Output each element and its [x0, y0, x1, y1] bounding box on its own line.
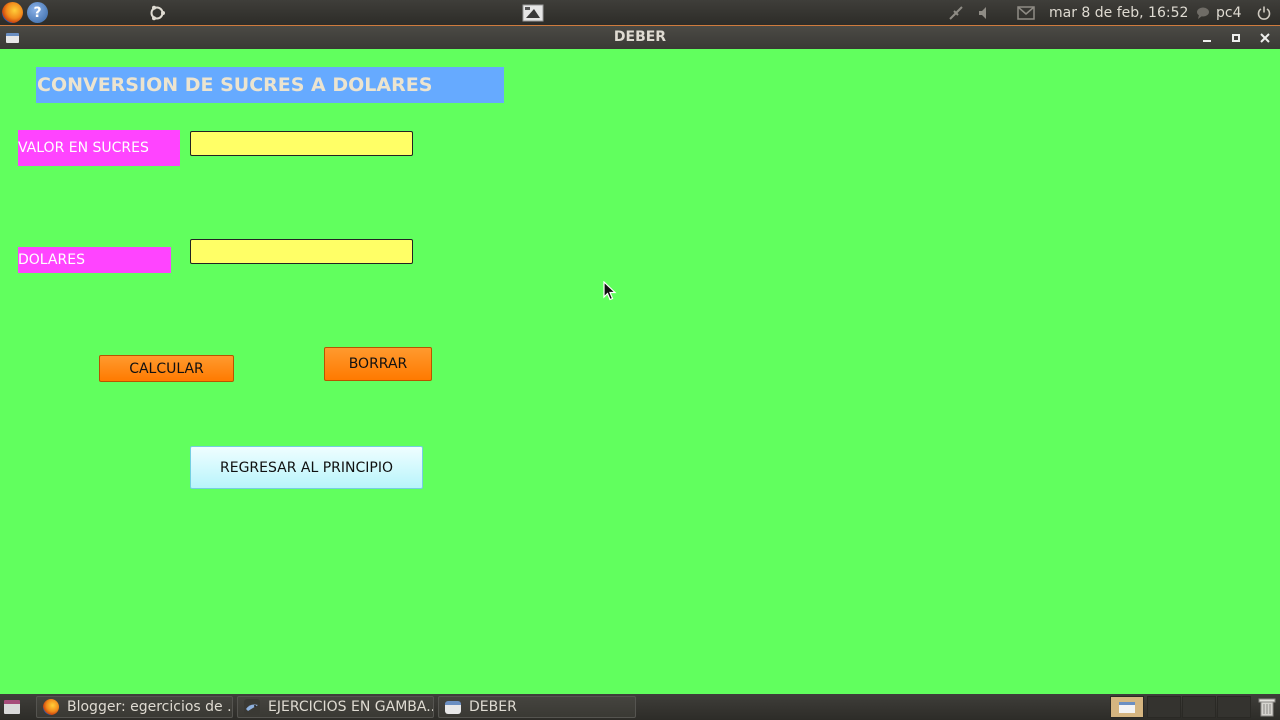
- taskbar-item-label: Blogger: egercicios de ...: [67, 699, 233, 715]
- taskbar-item-label: EJERCICIOS EN GAMBA...: [268, 699, 434, 715]
- clock[interactable]: mar 8 de feb, 16:52: [1049, 0, 1189, 25]
- sucres-label: VALOR EN SUCRES: [18, 130, 180, 166]
- gambas-icon: [244, 699, 260, 715]
- close-icon[interactable]: [1254, 26, 1276, 49]
- firefox-icon[interactable]: [2, 2, 23, 23]
- taskbar-item-blogger[interactable]: Blogger: egercicios de ...: [36, 696, 233, 718]
- window-title: DEBER: [613, 29, 667, 45]
- power-icon[interactable]: [1256, 0, 1272, 25]
- maximize-icon[interactable]: [1225, 26, 1247, 49]
- app-heading: CONVERSION DE SUCRES A DOLARES: [36, 67, 504, 103]
- taskbar-item-label: DEBER: [469, 699, 517, 715]
- taskbar-item-gambas[interactable]: EJERCICIOS EN GAMBA...: [237, 696, 434, 718]
- window-icon: [445, 700, 461, 714]
- workspace-3[interactable]: [1182, 696, 1216, 718]
- volume-icon[interactable]: [975, 0, 993, 25]
- regresar-button[interactable]: REGRESAR AL PRINCIPIO: [190, 446, 423, 489]
- mail-icon[interactable]: [1016, 0, 1036, 25]
- minimize-icon[interactable]: [1196, 26, 1218, 49]
- trash-icon[interactable]: [1257, 697, 1277, 717]
- network-icon[interactable]: [946, 0, 966, 25]
- dolares-label: DOLARES: [18, 247, 171, 273]
- calcular-button[interactable]: CALCULAR: [99, 355, 234, 382]
- bottom-panel: Blogger: egercicios de ... EJERCICIOS EN…: [0, 694, 1280, 720]
- app-window-content: CONVERSION DE SUCRES A DOLARES VALOR EN …: [0, 49, 1280, 694]
- mouse-cursor-icon: [603, 281, 617, 301]
- user-name[interactable]: pc4: [1216, 0, 1252, 25]
- workspace-1[interactable]: [1110, 696, 1144, 718]
- workspace-2[interactable]: [1147, 696, 1181, 718]
- borrar-button[interactable]: BORRAR: [324, 347, 432, 381]
- ubuntu-icon[interactable]: [146, 0, 168, 25]
- window-title-bar[interactable]: DEBER: [0, 25, 1280, 49]
- sucres-input[interactable]: [190, 131, 413, 156]
- show-desktop-icon[interactable]: [4, 700, 20, 714]
- top-panel: ? mar 8 de feb, 16:52 pc4: [0, 0, 1280, 25]
- chat-icon[interactable]: [1196, 0, 1210, 25]
- firefox-icon: [43, 699, 59, 715]
- taskbar-item-deber[interactable]: DEBER: [438, 696, 636, 718]
- dolares-input[interactable]: [190, 239, 413, 264]
- screenshot-icon[interactable]: [521, 0, 545, 25]
- help-icon[interactable]: ?: [27, 2, 48, 23]
- workspace-4[interactable]: [1217, 696, 1251, 718]
- workspace-window-thumbnail: [1119, 702, 1135, 713]
